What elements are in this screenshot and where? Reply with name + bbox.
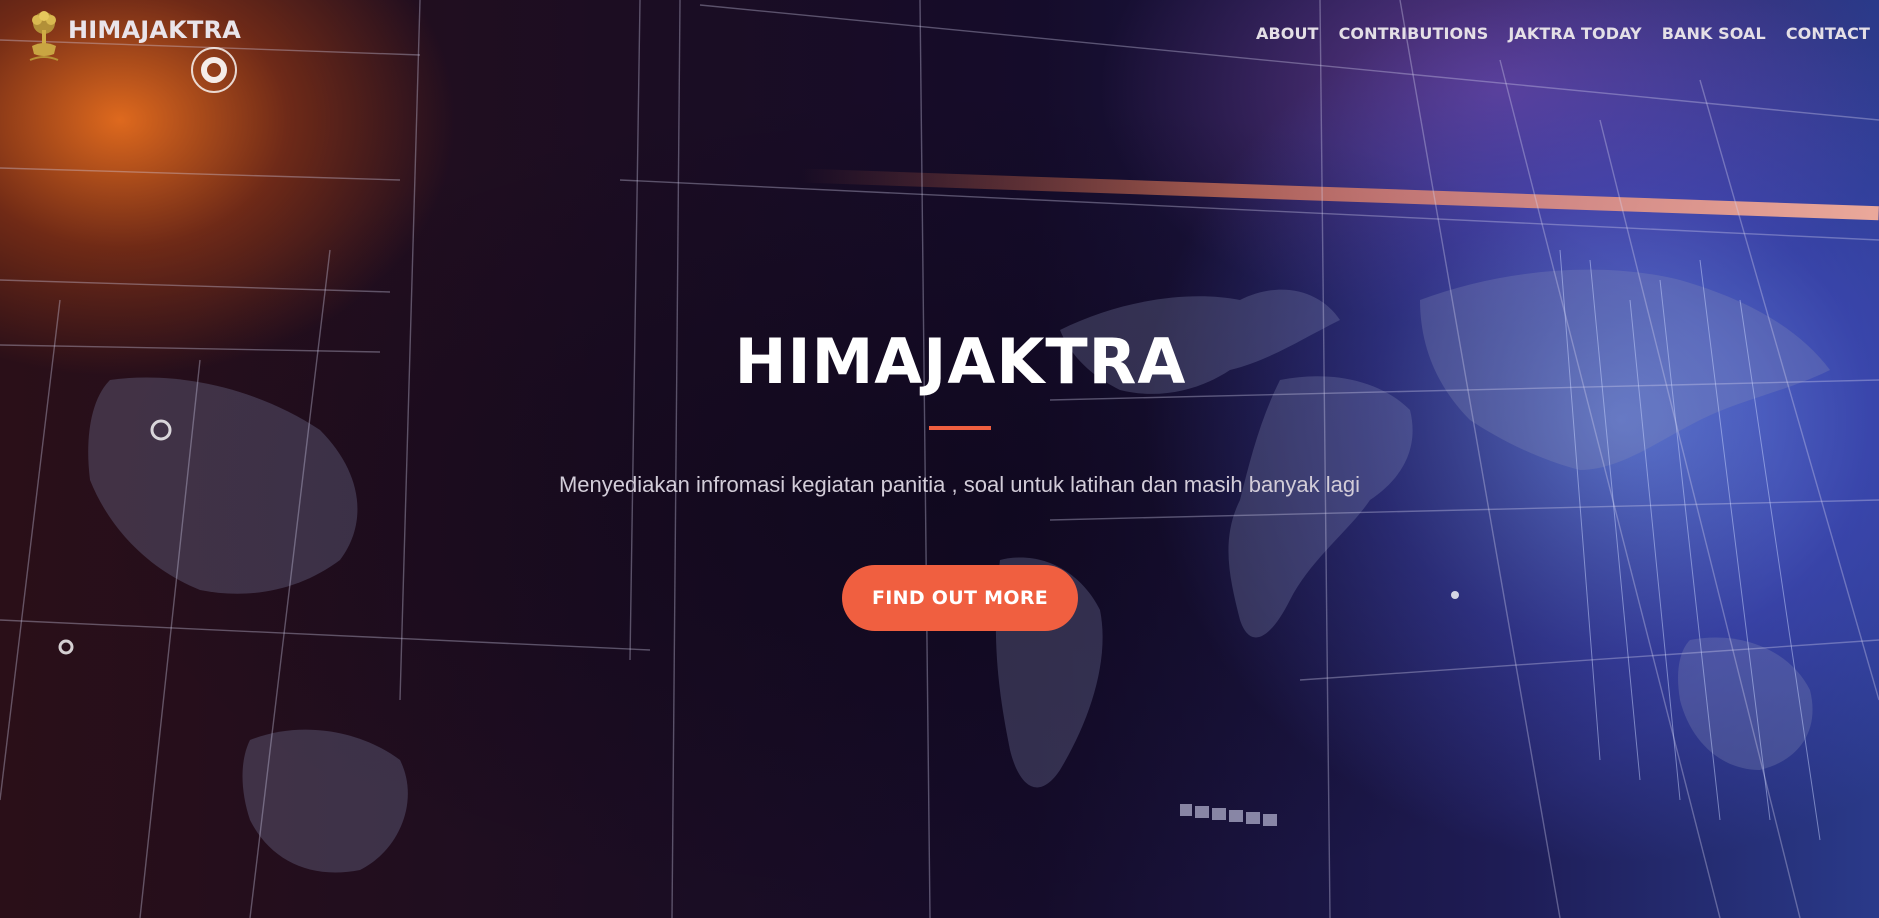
nav-link-bank-soal[interactable]: BANK SOAL (1662, 24, 1766, 43)
nav-link-jaktra-today[interactable]: JAKTRA TODAY (1508, 24, 1641, 43)
hero-title: HIMAJAKTRA (734, 325, 1187, 398)
nav-menu: ABOUT CONTRIBUTIONS JAKTRA TODAY BANK SO… (1256, 24, 1870, 44)
nav-link-contact[interactable]: CONTACT (1786, 24, 1870, 43)
nav-item-jaktra-today: JAKTRA TODAY (1508, 24, 1641, 44)
nav-link-about[interactable]: ABOUT (1256, 24, 1319, 43)
brand-link[interactable]: HIMAJAKTRA (26, 10, 241, 62)
nav-item-about: ABOUT (1256, 24, 1319, 44)
hero-content: HIMAJAKTRA Menyediakan infromasi kegiata… (0, 0, 1879, 918)
brand-name: HIMAJAKTRA (68, 16, 241, 44)
hero-section: HIMAJAKTRA ABOUT CONTRIBUTIONS JAKTRA TO… (0, 0, 1879, 918)
title-divider (929, 426, 991, 430)
navbar: HIMAJAKTRA ABOUT CONTRIBUTIONS JAKTRA TO… (0, 0, 1879, 72)
nav-link-contributions[interactable]: CONTRIBUTIONS (1339, 24, 1489, 43)
nav-item-contributions: CONTRIBUTIONS (1339, 24, 1489, 44)
nav-item-bank-soal: BANK SOAL (1662, 24, 1766, 44)
hero-subtitle: Menyediakan infromasi kegiatan panitia ,… (558, 472, 1361, 497)
tree-emblem-icon (29, 11, 59, 61)
nav-item-contact: CONTACT (1786, 24, 1870, 44)
find-out-more-button[interactable]: FIND OUT MORE (842, 565, 1078, 631)
